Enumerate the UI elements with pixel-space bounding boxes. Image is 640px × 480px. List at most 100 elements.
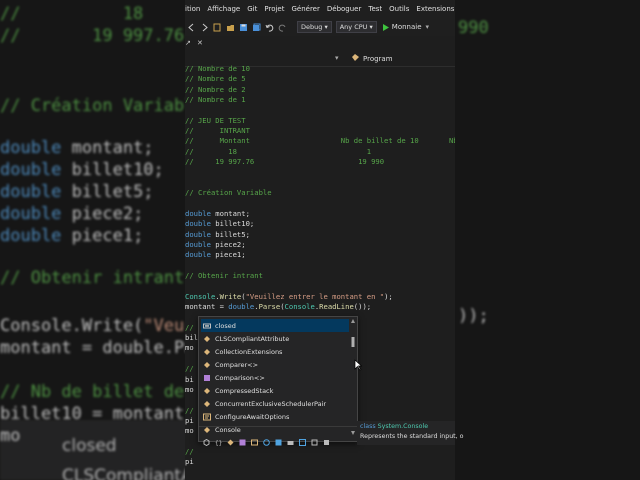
background-code-token: double bbox=[0, 138, 72, 158]
completion-item[interactable]: ConfigureAwaitOptions bbox=[201, 411, 349, 424]
configuration-dropdown[interactable]: Debug ▾ bbox=[297, 21, 332, 33]
completion-item[interactable]: Comparer<> bbox=[201, 358, 349, 371]
menu-item[interactable]: Affichage bbox=[207, 5, 240, 13]
code-token: mo bbox=[185, 343, 194, 353]
menu-item[interactable]: Git bbox=[247, 5, 257, 13]
code-line: // Nombre de 2 bbox=[185, 85, 246, 95]
background-right-fragment: )); bbox=[458, 306, 489, 326]
background-code-line: // 19 997.76 bbox=[0, 26, 184, 46]
code-line: // Montant Nb de billet de 10 Nb bbox=[185, 136, 455, 146]
snippet-filter-icon[interactable] bbox=[323, 431, 330, 445]
menu-item[interactable]: Générer bbox=[291, 5, 319, 13]
menu-item[interactable]: Test bbox=[368, 5, 382, 13]
open-icon[interactable] bbox=[226, 23, 235, 32]
delegate-filter-icon[interactable] bbox=[239, 431, 246, 445]
mouse-cursor-icon bbox=[354, 359, 362, 371]
save-icon[interactable] bbox=[239, 23, 248, 32]
class-filter-icon[interactable] bbox=[227, 431, 234, 445]
completion-item[interactable]: ConcurrentExclusiveSchedulerPair bbox=[201, 398, 349, 411]
menu-item[interactable]: Extensions bbox=[416, 5, 454, 13]
platform-dropdown[interactable]: Any CPU ▾ bbox=[335, 21, 377, 33]
background-code-token: closed bbox=[62, 436, 117, 456]
code-line: // bbox=[185, 447, 194, 457]
keyword-icon bbox=[203, 322, 211, 330]
enum-filter-icon[interactable] bbox=[251, 431, 258, 445]
code-token: // bbox=[185, 446, 194, 456]
background-code-token: billet10; bbox=[71, 160, 164, 180]
completion-item-label: CompressedStack bbox=[215, 387, 274, 395]
background-code-line: // Obtenir intrant bbox=[0, 268, 184, 288]
type-dropdown[interactable]: Program bbox=[351, 53, 393, 64]
background-code-line: montant = double.Pa bbox=[0, 338, 194, 358]
class-icon bbox=[203, 387, 211, 395]
code-token: // Nombre de 5 bbox=[185, 74, 246, 84]
code-token: piece1; bbox=[215, 250, 246, 260]
code-line: double piece2; bbox=[185, 240, 246, 250]
menu-item[interactable]: ition bbox=[185, 5, 200, 13]
redo-icon[interactable] bbox=[278, 23, 287, 32]
code-token: // Montant Nb de billet de 10 Nb bbox=[185, 136, 455, 146]
background-code-token: // Nb de billet de bbox=[0, 382, 185, 402]
braces-filter-icon[interactable]: {} bbox=[215, 431, 222, 447]
code-token: double bbox=[228, 302, 255, 312]
background-code-token: // 19 997.76 bbox=[0, 26, 185, 46]
menu-item[interactable]: Déboguer bbox=[327, 5, 362, 13]
save-all-icon[interactable] bbox=[252, 23, 261, 32]
svg-text:{}: {} bbox=[215, 440, 222, 446]
extension-filter-icon[interactable] bbox=[299, 431, 306, 446]
background-code-token: double bbox=[0, 182, 72, 202]
menu-item[interactable]: Projet bbox=[264, 5, 284, 13]
code-line: // bbox=[185, 406, 194, 416]
back-icon[interactable] bbox=[187, 23, 196, 32]
code-token: "Veuillez entrer le montant en " bbox=[245, 291, 385, 301]
code-token: ReadLine bbox=[319, 302, 354, 312]
background-code-line: Console.Write("Veu bbox=[0, 316, 184, 336]
background-code-line: double piece1; bbox=[0, 226, 143, 246]
tooltip-type-name: System.Console bbox=[377, 423, 429, 430]
completion-scrollbar[interactable] bbox=[351, 319, 355, 435]
code-token: // INTRANT bbox=[185, 126, 250, 136]
class-icon bbox=[203, 335, 211, 343]
code-line: mo bbox=[185, 343, 194, 353]
member-dropdown[interactable]: ▾ bbox=[335, 54, 339, 62]
completion-item[interactable]: CompressedStack bbox=[201, 385, 349, 398]
struct-filter-icon[interactable] bbox=[275, 431, 282, 445]
background-code-token: // Création Variabl bbox=[0, 96, 195, 116]
intellisense-popup: closed CLSCompliantAttribute CollectionExt… bbox=[198, 316, 361, 447]
completion-item[interactable]: CollectionExtensions bbox=[201, 345, 349, 358]
type-dropdown-label: Program bbox=[363, 54, 393, 63]
module-filter-icon[interactable] bbox=[287, 431, 294, 445]
completion-item[interactable]: CLSCompliantAttribute bbox=[201, 332, 349, 345]
code-line: mo bbox=[185, 426, 194, 436]
completion-filter-bar: {} bbox=[199, 426, 361, 447]
code-token: pi bbox=[185, 457, 194, 467]
new-file-icon[interactable] bbox=[213, 23, 222, 32]
pin-icon[interactable]: ↗ bbox=[185, 39, 191, 47]
code-token: double bbox=[185, 219, 216, 229]
undo-icon[interactable] bbox=[265, 23, 274, 32]
run-button[interactable]: Monnaie bbox=[381, 23, 422, 32]
menu-item[interactable]: Outils bbox=[389, 5, 409, 13]
run-options-icon[interactable]: ▾ bbox=[426, 23, 430, 31]
code-line: // INTRANT bbox=[185, 126, 250, 136]
namespace-filter-icon[interactable] bbox=[203, 431, 210, 446]
tooltip-kind: class bbox=[360, 423, 376, 430]
close-tab-icon[interactable]: ✕ bbox=[197, 39, 203, 47]
background-code-token: "Veu bbox=[143, 316, 185, 336]
keyword-filter-icon[interactable] bbox=[311, 431, 318, 445]
code-token: billet5; bbox=[215, 229, 250, 239]
code-line: // Obtenir intrant bbox=[185, 271, 263, 281]
background-code-token: Console.Write( bbox=[0, 316, 144, 336]
background-code-token: piece2; bbox=[71, 204, 144, 224]
toolbar: Debug ▾ Any CPU ▾ Monnaie ▾ bbox=[185, 18, 455, 37]
completion-item[interactable]: Comparison<> bbox=[201, 371, 349, 384]
background-code-line: // Nb de billet de bbox=[0, 382, 184, 402]
code-token: // 19 997.76 19 990 bbox=[185, 157, 385, 167]
completion-item[interactable]: closed bbox=[201, 319, 349, 332]
enum-icon bbox=[203, 413, 211, 421]
interface-filter-icon[interactable] bbox=[263, 431, 270, 446]
forward-icon[interactable] bbox=[200, 23, 209, 32]
code-token: bi bbox=[185, 374, 194, 384]
code-token: // 18 1 bbox=[185, 146, 372, 156]
completion-item-label: closed bbox=[215, 321, 236, 330]
